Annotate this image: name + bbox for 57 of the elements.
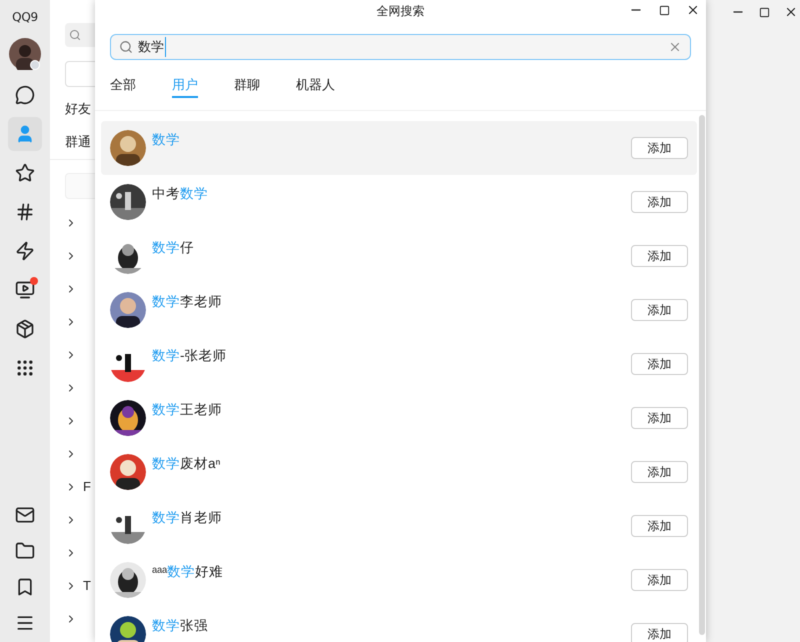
search-icon bbox=[119, 40, 133, 54]
window-title: 全网搜索 bbox=[376, 3, 424, 20]
user-result-row[interactable]: 数学仔 添加 bbox=[101, 229, 697, 283]
user-name: 数学王老师 bbox=[152, 401, 222, 419]
folder-icon bbox=[15, 541, 35, 561]
app-logo: QQ9 bbox=[12, 9, 38, 26]
add-button[interactable]: 添加 bbox=[631, 299, 688, 321]
add-button[interactable]: 添加 bbox=[631, 245, 688, 267]
profile-avatar[interactable] bbox=[9, 38, 41, 70]
play-icon bbox=[15, 280, 35, 300]
filter-tab[interactable]: 群聊 bbox=[234, 74, 260, 98]
mail-icon bbox=[15, 505, 35, 525]
scrollbar[interactable] bbox=[699, 115, 705, 635]
search-text: 数学 bbox=[138, 37, 166, 57]
bolt-icon bbox=[15, 241, 35, 261]
add-button[interactable]: 添加 bbox=[631, 407, 688, 429]
user-result-row[interactable]: 数学肖老师 添加 bbox=[101, 499, 697, 553]
add-button[interactable]: 添加 bbox=[631, 353, 688, 375]
filter-tab[interactable]: 全部 bbox=[110, 74, 136, 98]
user-result-row[interactable]: 中考数学 添加 bbox=[101, 175, 697, 229]
add-button[interactable]: 添加 bbox=[631, 623, 688, 642]
user-name: 数学肖老师 bbox=[152, 509, 222, 527]
maximize-icon[interactable] bbox=[759, 6, 770, 18]
group-label[interactable]: F bbox=[83, 476, 91, 496]
user-result-row[interactable]: 数学王老师 添加 bbox=[101, 391, 697, 445]
user-name: 数学 bbox=[152, 131, 180, 149]
user-name: 中考数学 bbox=[152, 185, 208, 203]
user-result-row[interactable]: 数学废材aⁿ 添加 bbox=[101, 445, 697, 499]
user-name: 数学仔 bbox=[152, 239, 194, 257]
add-button[interactable]: 添加 bbox=[631, 569, 688, 591]
user-name: ᵃᵃᵃ数学好难 bbox=[152, 563, 224, 581]
maximize-icon[interactable] bbox=[659, 4, 670, 16]
add-button[interactable]: 添加 bbox=[631, 461, 688, 483]
filter-tab[interactable]: 机器人 bbox=[296, 74, 335, 98]
apps-icon bbox=[15, 358, 35, 378]
box-icon bbox=[15, 319, 35, 339]
star-icon bbox=[15, 163, 35, 183]
user-result-row[interactable]: 数学 添加 bbox=[101, 121, 697, 175]
user-name: 数学张强 bbox=[152, 617, 208, 635]
chat-icon bbox=[15, 85, 35, 105]
clear-icon[interactable] bbox=[668, 40, 682, 54]
user-result-row[interactable]: 数学张强 添加 bbox=[101, 607, 697, 642]
hash-icon bbox=[15, 202, 35, 222]
user-name: 数学-张老师 bbox=[152, 347, 226, 365]
user-result-row[interactable]: ᵃᵃᵃ数学好难 添加 bbox=[101, 553, 697, 607]
user-name: 数学李老师 bbox=[152, 293, 222, 311]
close-icon[interactable] bbox=[686, 3, 700, 17]
search-field[interactable]: 数学 bbox=[110, 34, 691, 60]
group-label[interactable]: T bbox=[83, 576, 91, 596]
add-button[interactable]: 添加 bbox=[631, 515, 688, 537]
add-button[interactable]: 添加 bbox=[631, 191, 688, 213]
close-icon[interactable] bbox=[784, 5, 798, 19]
user-name: 数学废材aⁿ bbox=[152, 455, 220, 473]
user-result-row[interactable]: 数学-张老师 添加 bbox=[101, 337, 697, 391]
add-button[interactable]: 添加 bbox=[631, 137, 688, 159]
search-icon bbox=[69, 29, 81, 41]
user-result-row[interactable]: 数学李老师 添加 bbox=[101, 283, 697, 337]
